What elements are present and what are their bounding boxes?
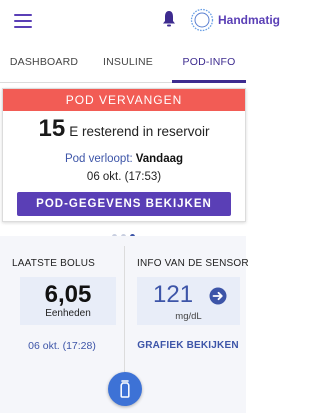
- view-pod-details-button[interactable]: POD-GEGEVENS BEKIJKEN: [17, 192, 231, 216]
- pod-status-card: POD VERVANGEN 15 E resterend in reservoir…: [2, 88, 246, 222]
- replace-pod-alert: POD VERVANGEN: [3, 89, 245, 111]
- expires-datetime: 06 okt. (17:53): [86, 171, 162, 183]
- active-tab-indicator: [172, 80, 246, 83]
- sensor-title: INFO VAN DE SENSOR: [137, 258, 249, 269]
- sensor-box: 121 mg/dL: [137, 277, 240, 325]
- view-graph-link[interactable]: GRAFIEK BEKIJKEN: [130, 340, 246, 351]
- tab-dashboard[interactable]: DASHBOARD: [6, 42, 82, 82]
- tab-bar: DASHBOARD INSULINE POD-INFO: [0, 42, 246, 83]
- top-bar: Handmatig: [0, 0, 280, 42]
- reservoir-info: 15 E resterend in reservoir: [3, 115, 245, 143]
- last-bolus-datetime: 06 okt. (17:28): [28, 340, 96, 352]
- tab-pod-info[interactable]: POD-INFO: [172, 42, 246, 82]
- reservoir-units: 15: [38, 115, 66, 142]
- sensor-unit: mg/dL: [175, 311, 202, 322]
- expires-value: Vandaag: [135, 153, 184, 165]
- last-bolus-unit: Eenheden: [45, 308, 91, 319]
- last-bolus-value: 6,05: [44, 281, 92, 308]
- expires-label: Pod verloopt:: [64, 153, 133, 165]
- arrow-right-circle-icon: [209, 287, 227, 305]
- bell-icon[interactable]: [162, 10, 176, 28]
- bolus-cup-icon: [120, 380, 130, 398]
- mode-label[interactable]: Handmatig: [218, 13, 280, 27]
- manual-mode-dial-icon: [190, 8, 214, 32]
- last-bolus-box: 6,05 Eenheden: [20, 277, 116, 325]
- bolus-button[interactable]: [108, 372, 142, 406]
- tab-insuline[interactable]: INSULINE: [90, 42, 166, 82]
- hamburger-menu-icon[interactable]: [14, 14, 32, 28]
- sensor-value: 121: [153, 281, 194, 308]
- last-bolus-title: LAATSTE BOLUS: [12, 258, 95, 269]
- reservoir-text: E resterend in reservoir: [69, 124, 210, 139]
- pod-expiry: Pod verloopt: Vandaag: [3, 153, 245, 165]
